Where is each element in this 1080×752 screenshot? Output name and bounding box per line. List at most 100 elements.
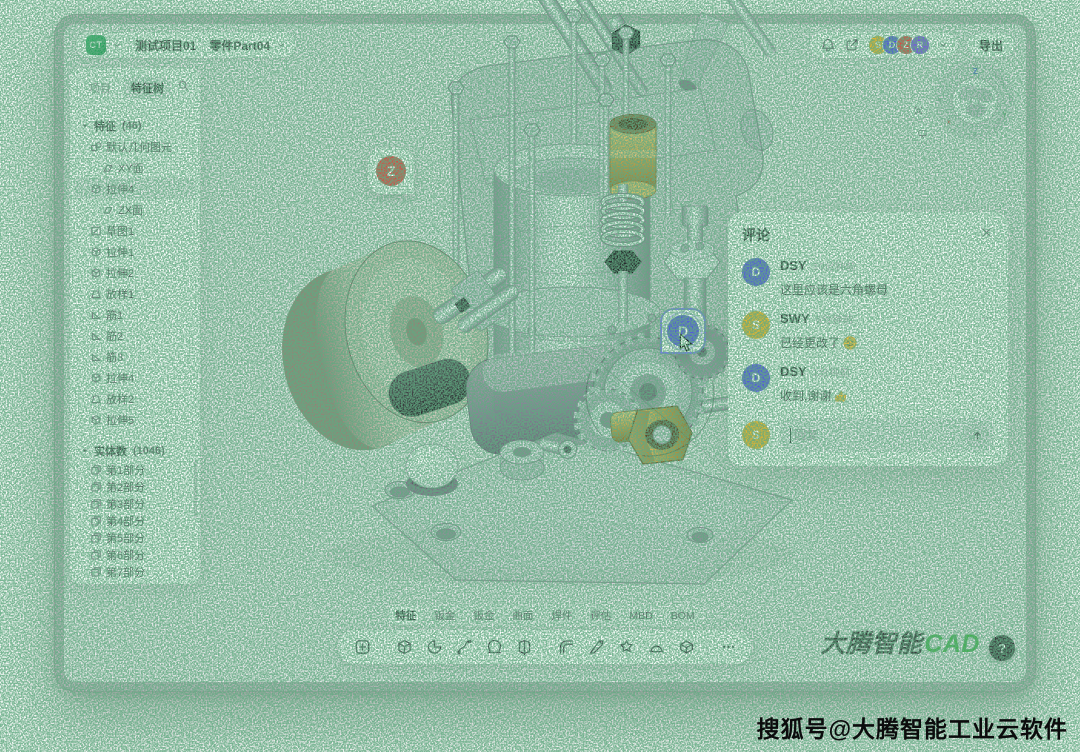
tree-item[interactable]: XY面 <box>74 157 196 178</box>
extrude-icon <box>395 638 413 656</box>
fit-view-button[interactable] <box>909 101 927 119</box>
comment-pin-z[interactable]: Z <box>368 148 414 194</box>
ribbon-tab-MBD[interactable]: MBD <box>622 608 659 624</box>
tree-item[interactable]: 放样2 <box>74 388 196 409</box>
pattern-tool-button[interactable] <box>617 638 636 657</box>
sidebar-tab-项目[interactable]: 项目 <box>82 77 118 99</box>
project-name[interactable]: 测试项目01 <box>135 37 196 54</box>
viewport-3d[interactable]: CT 测试项目01 零件Part04 SDZR 导出 <box>64 24 1026 682</box>
ribbon-tab-评估[interactable]: 评估 <box>583 606 618 625</box>
tree-item[interactable]: 拉伸5 <box>74 409 196 430</box>
comment-avatar: D <box>742 258 770 286</box>
comment-text: 已经更改了 <box>780 334 994 351</box>
dome-tool-button[interactable] <box>647 638 666 657</box>
send-button[interactable] <box>964 422 990 448</box>
ribbon-tab-钣金[interactable]: 钣金 <box>427 606 462 625</box>
add-icon <box>353 638 371 656</box>
axis-z-label: Z <box>973 67 978 76</box>
chevron-down-icon[interactable] <box>938 40 948 50</box>
tree-item[interactable]: 筋3 <box>74 346 196 367</box>
comment-time: 10分钟前 <box>813 259 856 274</box>
ribbon-tab-曲面[interactable]: 曲面 <box>505 606 540 625</box>
close-button[interactable] <box>979 225 994 245</box>
tree-item[interactable]: 筋2 <box>74 325 196 346</box>
search-icon <box>177 79 190 92</box>
share-icon[interactable] <box>844 37 860 53</box>
brand-en: CAD <box>924 630 980 658</box>
comment-pin-d[interactable]: D <box>660 308 706 354</box>
search-button[interactable] <box>177 79 190 97</box>
comment-author: SWY <box>780 311 810 326</box>
comment-time: 1分钟前 <box>813 365 850 380</box>
more-tool-button[interactable] <box>719 638 738 657</box>
ribbon-tab-特征[interactable]: 特征 <box>388 606 423 625</box>
part-name[interactable]: 零件Part04 <box>209 37 270 54</box>
tree-item[interactable]: 第2部分 <box>74 478 196 495</box>
tree-item[interactable]: 第4部分 <box>74 512 196 529</box>
comment-author: DSY <box>780 364 807 379</box>
toolbar-divider <box>383 639 384 656</box>
bell-icon[interactable] <box>820 37 836 53</box>
tree-item[interactable]: ZX面 <box>74 199 196 220</box>
export-button[interactable]: 导出 <box>966 32 1016 58</box>
shell-tool-button[interactable] <box>677 638 696 657</box>
feature-tree: 特征(46)默认几何图元XY面拉伸4ZX面草图1拉伸1拉伸2放样1筋1筋2筋3拉… <box>70 108 200 580</box>
app-logo[interactable]: CT <box>86 35 106 55</box>
comment-menu-button[interactable] <box>980 311 994 330</box>
tree-item[interactable]: 草图1 <box>74 220 196 241</box>
boundary-tool-button[interactable] <box>515 638 534 657</box>
page: CT 测试项目01 零件Part04 SDZR 导出 <box>0 0 1080 752</box>
reply-input[interactable] <box>794 428 964 442</box>
loft-tool-button[interactable] <box>485 638 504 657</box>
shell-icon <box>677 638 695 656</box>
extrude-tool-button[interactable] <box>395 638 414 657</box>
tree-item[interactable]: 拉伸1 <box>74 241 196 262</box>
sidebar-scrollbar[interactable] <box>194 460 198 518</box>
tree-item[interactable]: 拉伸2 <box>74 262 196 283</box>
tree-item[interactable]: 拉伸4 <box>74 178 196 199</box>
ribbon-tab-BOM[interactable]: BOM <box>664 608 702 624</box>
tree-item[interactable]: 第5部分 <box>74 529 196 546</box>
ribbon-tab-焊件[interactable]: 焊件 <box>544 606 579 625</box>
screen-view-button[interactable] <box>913 124 931 142</box>
tree-item[interactable]: 第7部分 <box>74 563 196 580</box>
comment-menu-button[interactable] <box>980 364 994 383</box>
revolve-tool-button[interactable] <box>425 638 444 657</box>
reply-box[interactable] <box>780 418 994 452</box>
project-breadcrumb[interactable]: CT 测试项目01 零件Part04 <box>76 32 296 58</box>
divider <box>128 39 129 52</box>
tree-item[interactable]: 第1部分 <box>74 461 196 478</box>
chevron-down-icon[interactable] <box>112 40 122 50</box>
chamfer-tool-button[interactable] <box>587 638 606 657</box>
pattern-icon <box>617 638 635 656</box>
tree-item[interactable]: 拉伸4 <box>74 367 196 388</box>
comment-menu-button[interactable] <box>980 258 994 277</box>
tree-item[interactable]: 第6部分 <box>74 546 196 563</box>
chevron-down-icon[interactable] <box>276 40 286 50</box>
text-caret <box>790 428 791 443</box>
tree-item[interactable]: 放样1 <box>74 283 196 304</box>
fillet-tool-button[interactable] <box>557 638 576 657</box>
view-cube[interactable]: Z x y <box>935 60 1015 140</box>
tree-item[interactable]: 筋1 <box>74 304 196 325</box>
avatar-R[interactable]: R <box>910 35 930 55</box>
collab-cluster: SDZR <box>810 32 958 58</box>
reply-row: S <box>742 418 994 452</box>
add-tool-button[interactable] <box>353 638 372 657</box>
help-button[interactable]: ? <box>989 635 1015 661</box>
comment-author: DSY <box>780 258 807 273</box>
revolve-icon <box>425 638 443 656</box>
tree-section[interactable]: 特征(46) <box>74 115 196 136</box>
pin-avatar: Z <box>376 156 406 186</box>
mouse-cursor <box>676 332 698 354</box>
tree-item[interactable]: 第3部分 <box>74 495 196 512</box>
ribbon-tab-钣金[interactable]: 钣金 <box>466 606 501 625</box>
comment-avatar: D <box>742 364 770 392</box>
sweep-tool-button[interactable] <box>455 638 474 657</box>
tree-item[interactable]: 默认几何图元 <box>74 136 196 157</box>
sidebar-tab-特征树[interactable]: 特征树 <box>124 77 171 99</box>
modeling-toolbar <box>339 630 752 664</box>
fit-view-icon <box>913 105 924 116</box>
tree-section[interactable]: 实体数(1046) <box>74 440 196 461</box>
comment: DDSY1分钟前收到,谢谢 <box>742 364 994 404</box>
